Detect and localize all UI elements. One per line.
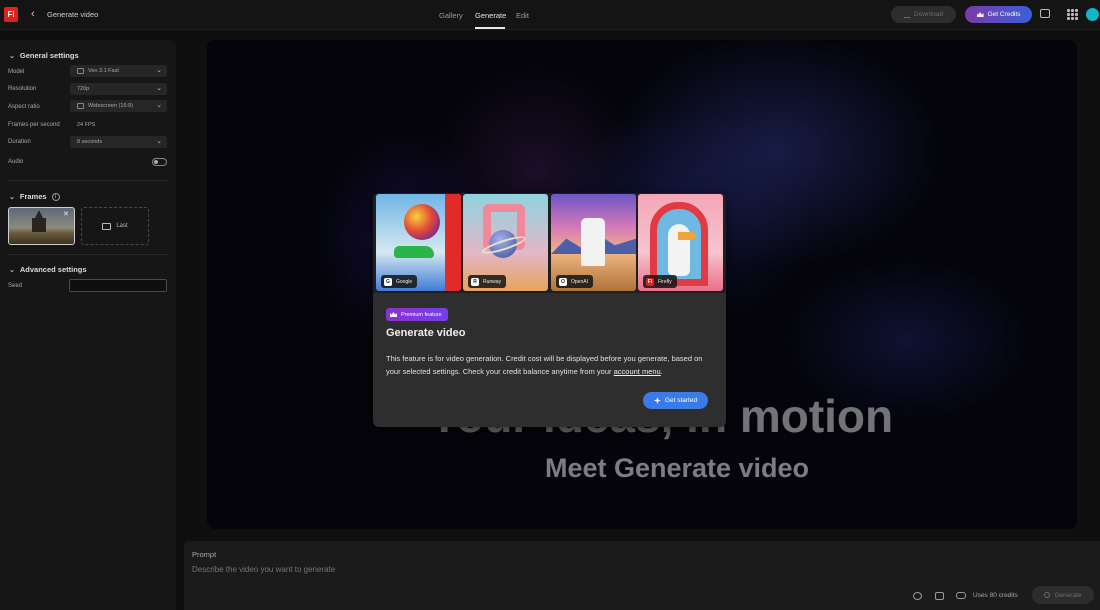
runway-icon: R [471,277,479,286]
history-icon[interactable] [913,592,922,600]
account-menu-link[interactable]: account menu [614,367,661,376]
section-title: General settings [19,51,79,60]
chevron-down-icon: ⌄ [9,53,15,60]
seed-input[interactable] [69,279,167,292]
top-bar: Fi ‹ Generate video Gallery Generate Edi… [0,0,1100,30]
close-icon[interactable]: ✕ [63,210,69,218]
openai-icon: O [559,277,567,286]
tab-generate[interactable]: Generate [475,11,506,20]
download-button[interactable]: Download [891,6,956,23]
firefly-icon: Fi [646,277,654,286]
section-title: Frames [19,192,47,201]
prompt-input[interactable] [192,565,892,574]
credits-icon [956,592,966,599]
chevron-down-icon: ⌄ [9,267,15,274]
google-icon: G [384,277,392,286]
church-image [32,218,46,232]
chevron-down-icon: ⌄ [156,67,162,74]
get-started-label: Get started [664,397,698,404]
fps-label: Frames per second [8,122,60,128]
provider-badge-google: G Google [381,275,418,288]
google-sample-image: G Google [376,194,461,291]
apps-grid-icon[interactable] [1067,9,1078,20]
divider [8,180,168,181]
page-title: Generate video [47,10,99,19]
dialog-title: Generate video [386,327,466,339]
resolution-value: 720p [77,86,90,92]
prompt-panel: Prompt Uses 80 credits Generate [184,541,1100,610]
crown-icon [976,12,984,17]
fps-value: 24 FPS [77,122,96,128]
dialog-body-end: . [660,367,663,376]
info-icon[interactable]: i [51,193,60,202]
chevron-down-icon: ⌄ [9,194,15,201]
duration-select[interactable]: 8 seconds ⌄ [70,136,167,148]
get-credits-button[interactable]: Get Credits [965,6,1032,23]
provider-badge-runway: R Runway [468,275,507,288]
get-credits-label: Get Credits [987,11,1021,18]
resolution-label: Resolution [8,86,37,92]
provider-gallery: G Google R Runway O OpenAI Fi Firefly [373,193,726,293]
provider-badge-openai: O OpenAI [556,275,593,288]
reference-image-icon[interactable] [935,592,944,600]
advanced-settings-header[interactable]: ⌄ Advanced settings [9,265,87,274]
generate-button[interactable]: Generate [1032,586,1094,604]
provider-name: Google [396,278,413,285]
google-icon [77,68,84,74]
provider-badge-firefly: Fi Firefly [643,275,677,288]
get-started-button[interactable]: Get started [643,392,708,409]
audio-toggle[interactable] [152,158,167,166]
aspect-ratio-select[interactable]: Widescreen (16:9) ⌄ [70,100,167,112]
feedback-icon[interactable] [1040,9,1050,18]
tab-gallery[interactable]: Gallery [439,11,463,20]
openai-sample-image: O OpenAI [551,194,636,291]
prompt-label: Prompt [192,550,217,559]
premium-badge: Premium feature [386,308,448,321]
dialog-body: This feature is for video generation. Cr… [386,352,716,378]
last-frame-slot[interactable]: Last [81,207,149,245]
runway-sample-image: R Runway [463,194,548,291]
crown-icon [390,312,397,317]
chevron-down-icon: ⌄ [156,102,162,109]
chevron-down-icon: ⌄ [156,138,162,145]
add-image-icon [102,222,112,230]
frames-header[interactable]: ⌄ Frames i [9,192,60,202]
provider-name: OpenAI [571,278,588,285]
back-icon[interactable]: ‹ [31,8,35,20]
model-value: Veo 3.1 Fast [88,68,119,74]
download-label: Download [914,11,943,18]
last-frame-label: Last [116,223,128,229]
firefly-logo[interactable]: Fi [4,7,18,22]
hero-subheadline: Meet Generate video [544,453,810,483]
premium-feature-dialog: G Google R Runway O OpenAI Fi Firefly Pr… [373,193,726,427]
resolution-select[interactable]: 720p ⌄ [70,83,167,95]
avatar[interactable] [1086,8,1099,21]
premium-badge-label: Premium feature [401,311,442,318]
settings-sidebar: ⌄ General settings Model Veo 3.1 Fast ⌄ R… [0,40,176,610]
credits-cost: Uses 80 credits [973,592,1018,599]
firefly-sample-image: Fi Firefly [638,194,723,291]
sparkle-icon [653,397,661,404]
aspect-ratio-value: Widescreen (16:9) [88,103,133,109]
chevron-down-icon: ⌄ [156,85,162,92]
aspect-ratio-label: Aspect ratio [8,104,40,110]
widescreen-icon [77,103,84,109]
model-label: Model [8,69,25,75]
audio-label: Audio [8,159,24,165]
active-tab-indicator [475,27,505,29]
duration-value: 8 seconds [77,139,103,145]
generate-icon [1044,592,1051,598]
general-settings-header[interactable]: ⌄ General settings [9,51,79,60]
generate-label: Generate [1054,591,1082,599]
provider-name: Firefly [658,278,672,285]
section-title: Advanced settings [19,265,87,274]
model-select[interactable]: Veo 3.1 Fast ⌄ [70,65,167,77]
tab-edit[interactable]: Edit [516,11,529,20]
seed-label: Seed [8,283,23,289]
duration-label: Duration [8,139,31,145]
download-icon [904,12,911,18]
provider-name: Runway [483,278,502,285]
divider [8,254,168,255]
